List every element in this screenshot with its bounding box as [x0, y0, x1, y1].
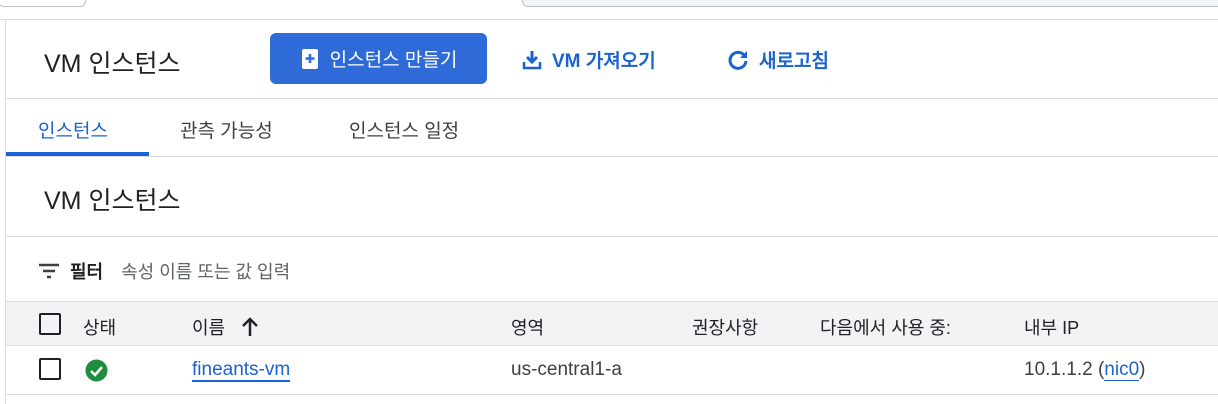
- divider: [6, 394, 1218, 395]
- divider: [0, 19, 1218, 20]
- tab-instances[interactable]: 인스턴스: [38, 116, 108, 143]
- top-left-panel: [0, 0, 86, 7]
- tab-instance-schedules[interactable]: 인스턴스 일정: [349, 116, 459, 143]
- column-in-use-by[interactable]: 다음에서 사용 중:: [820, 314, 951, 340]
- ip-value: 10.1.1.2: [1024, 359, 1093, 380]
- instance-name[interactable]: fineants-vm: [192, 359, 291, 382]
- select-all-checkbox[interactable]: [39, 313, 61, 335]
- divider: [6, 236, 1218, 237]
- filter-input[interactable]: 속성 이름 또는 값 입력: [121, 258, 290, 284]
- column-internal-ip[interactable]: 내부 IP: [1024, 314, 1079, 340]
- divider: [5, 19, 6, 404]
- refresh-button[interactable]: 새로고침: [727, 46, 829, 73]
- page-title: VM 인스턴스: [44, 50, 181, 78]
- column-name-label: 이름: [192, 318, 226, 338]
- add-box-icon: [301, 48, 318, 69]
- arrow-up-icon: [242, 317, 259, 336]
- filter-label: 필터: [70, 262, 104, 282]
- row-checkbox[interactable]: [39, 358, 61, 380]
- import-vm-button[interactable]: VM 가져오기: [522, 46, 656, 73]
- create-instance-button[interactable]: 인스턴스 만들기: [270, 33, 487, 84]
- status-ok-icon: [85, 359, 108, 382]
- divider: [6, 98, 1218, 99]
- nic-link[interactable]: nic0: [1104, 359, 1140, 381]
- download-icon: [522, 50, 542, 69]
- column-status[interactable]: 상태: [83, 314, 116, 340]
- refresh-label: 새로고침: [759, 51, 829, 72]
- instance-internal-ip: 10.1.1.2 (nic0): [1024, 359, 1146, 381]
- top-search-bar[interactable]: [522, 0, 1218, 7]
- import-vm-label: VM 가져오기: [552, 51, 656, 72]
- create-instance-label: 인스턴스 만들기: [329, 50, 458, 71]
- column-zone[interactable]: 영역: [511, 314, 544, 340]
- refresh-icon: [728, 50, 748, 70]
- column-name[interactable]: 이름: [192, 314, 259, 340]
- column-recommendations[interactable]: 권장사항: [692, 314, 758, 340]
- divider: [6, 156, 1218, 157]
- filter-bar[interactable]: 필터 속성 이름 또는 값 입력: [38, 258, 290, 284]
- tab-observability[interactable]: 관측 가능성: [180, 116, 273, 143]
- instance-zone: us-central1-a: [511, 359, 622, 380]
- filter-icon: [39, 263, 59, 279]
- section-title: VM 인스턴스: [44, 187, 181, 215]
- instance-name-link[interactable]: fineants-vm: [192, 359, 291, 382]
